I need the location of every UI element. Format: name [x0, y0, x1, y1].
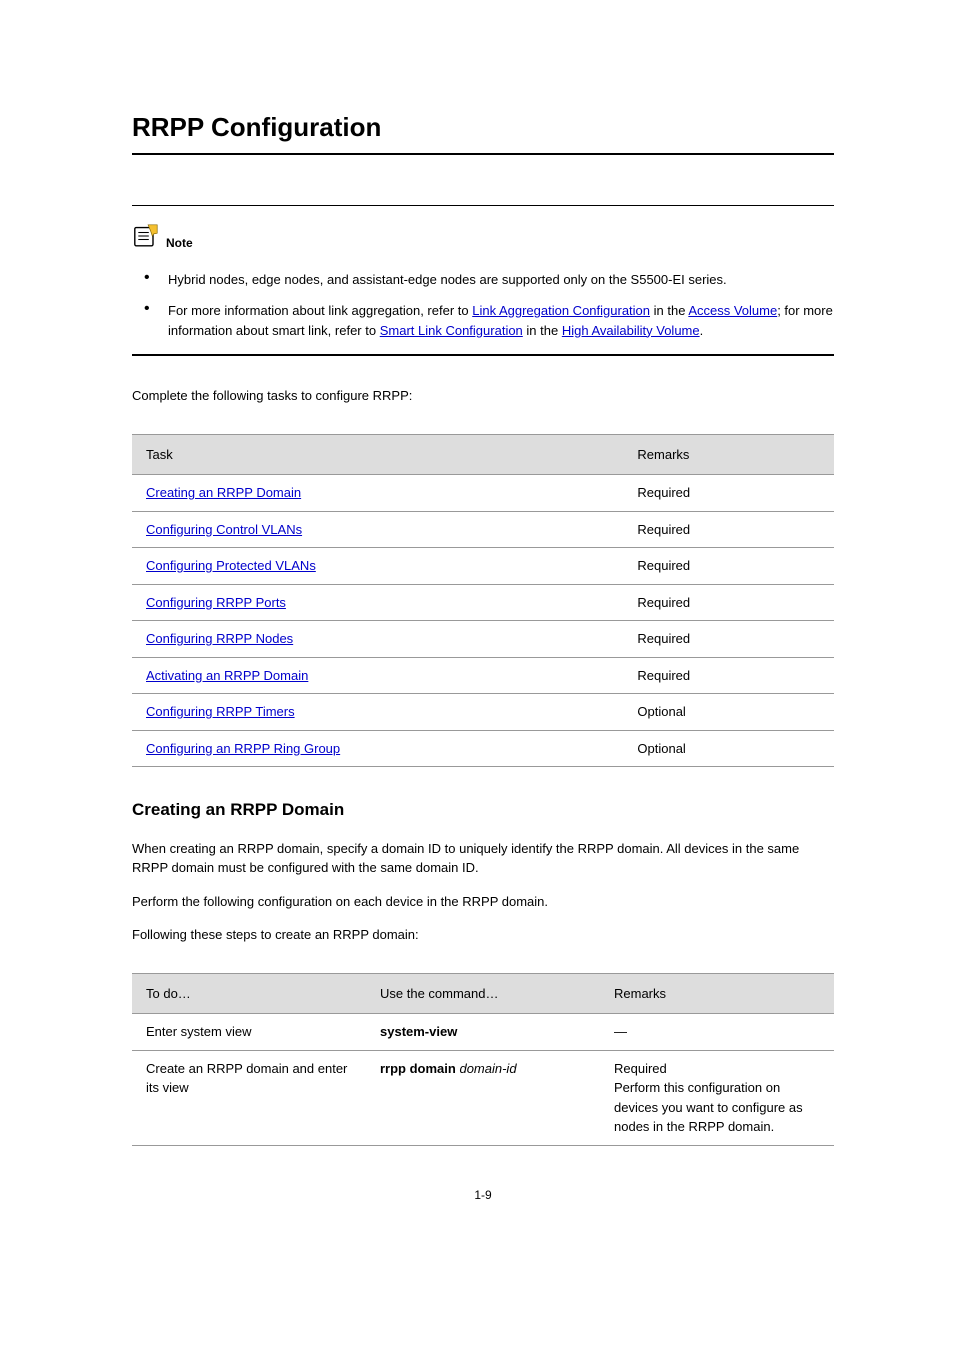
task-remarks: Required	[623, 657, 834, 694]
note-bullet: Hybrid nodes, edge nodes, and assistant-…	[140, 270, 834, 290]
task-link[interactable]: Configuring RRPP Nodes	[146, 631, 293, 646]
section-paragraph: Following these steps to create an RRPP …	[132, 925, 834, 945]
task-remarks: Optional	[623, 730, 834, 767]
task-link[interactable]: Configuring RRPP Ports	[146, 595, 286, 610]
table-row: Creating an RRPP Domain Required	[132, 475, 834, 512]
note-icon	[132, 222, 160, 256]
note-rule-bottom	[132, 354, 834, 356]
link-high-availability-volume[interactable]: High Availability Volume	[562, 323, 700, 338]
link-access-volume[interactable]: Access Volume	[688, 303, 777, 318]
task-link[interactable]: Activating an RRPP Domain	[146, 668, 308, 683]
task-remarks: Required	[623, 475, 834, 512]
task-remarks: Required	[623, 621, 834, 658]
task-remarks: Required	[623, 511, 834, 548]
note-text: in the	[523, 323, 562, 338]
section-heading-create-domain: Creating an RRPP Domain	[132, 797, 834, 823]
table-row: Activating an RRPP Domain Required	[132, 657, 834, 694]
table-row: Enter system view system-view —	[132, 1014, 834, 1051]
note-text: For more information about link aggregat…	[168, 303, 472, 318]
table-row: Configuring Protected VLANs Required	[132, 548, 834, 585]
table-row: Create an RRPP domain and enter its view…	[132, 1050, 834, 1145]
task-remarks: Required	[623, 584, 834, 621]
task-remarks: Required	[623, 548, 834, 585]
col-header-task: Task	[132, 434, 623, 475]
step-todo: Create an RRPP domain and enter its view	[132, 1050, 366, 1145]
task-link[interactable]: Configuring an RRPP Ring Group	[146, 741, 340, 756]
note-text: in the	[650, 303, 688, 318]
page-title: RRPP Configuration	[132, 108, 834, 147]
note-text: .	[700, 323, 704, 338]
table-row: Configuring RRPP Nodes Required	[132, 621, 834, 658]
note-box: Note Hybrid nodes, edge nodes, and assis…	[132, 205, 834, 356]
tasks-lead: Complete the following tasks to configur…	[132, 386, 834, 406]
col-header-remarks: Remarks	[600, 973, 834, 1014]
task-remarks: Optional	[623, 694, 834, 731]
task-link[interactable]: Configuring RRPP Timers	[146, 704, 295, 719]
step-command: rrpp domain domain-id	[366, 1050, 600, 1145]
col-header-remarks: Remarks	[623, 434, 834, 475]
step-todo: Enter system view	[132, 1014, 366, 1051]
table-row: Configuring RRPP Ports Required	[132, 584, 834, 621]
task-link[interactable]: Configuring Protected VLANs	[146, 558, 316, 573]
table-row: Configuring Control VLANs Required	[132, 511, 834, 548]
section-paragraph: Perform the following configuration on e…	[132, 892, 834, 912]
task-link[interactable]: Configuring Control VLANs	[146, 522, 302, 537]
table-row: Configuring an RRPP Ring Group Optional	[132, 730, 834, 767]
section-paragraph: When creating an RRPP domain, specify a …	[132, 839, 834, 878]
step-remarks: Required Perform this configuration on d…	[600, 1050, 834, 1145]
page-number: 1-9	[132, 1186, 834, 1204]
col-header-todo: To do…	[132, 973, 366, 1014]
note-bullet: For more information about link aggregat…	[140, 301, 834, 340]
step-command: system-view	[366, 1014, 600, 1051]
link-smart-link[interactable]: Smart Link Configuration	[380, 323, 523, 338]
col-header-command: Use the command…	[366, 973, 600, 1014]
title-rule	[132, 153, 834, 155]
steps-table: To do… Use the command… Remarks Enter sy…	[132, 973, 834, 1146]
tasks-table: Task Remarks Creating an RRPP Domain Requ…	[132, 434, 834, 768]
note-header: Note	[132, 222, 834, 256]
task-link[interactable]: Creating an RRPP Domain	[146, 485, 301, 500]
step-remarks: —	[600, 1014, 834, 1051]
note-rule-top	[132, 205, 834, 206]
note-label: Note	[166, 226, 193, 252]
note-bullet-list: Hybrid nodes, edge nodes, and assistant-…	[132, 270, 834, 341]
table-row: Configuring RRPP Timers Optional	[132, 694, 834, 731]
link-link-aggregation[interactable]: Link Aggregation Configuration	[472, 303, 650, 318]
